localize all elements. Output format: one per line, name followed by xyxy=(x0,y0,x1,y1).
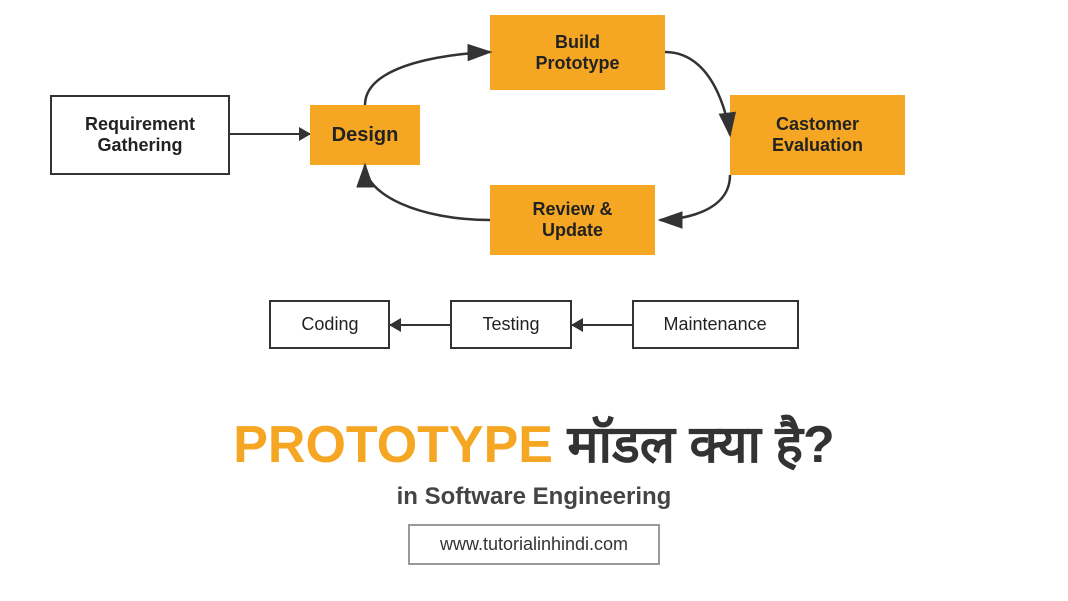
arrow-req-to-design xyxy=(230,133,310,135)
coding-label: Coding xyxy=(301,314,358,334)
review-update-box: Review & Update xyxy=(490,185,655,255)
build-prototype-box: Build Prototype xyxy=(490,15,665,90)
website-box: www.tutorialinhindi.com xyxy=(408,524,660,565)
maintenance-box: Maintenance xyxy=(632,300,799,349)
subtitle: in Software Engineering xyxy=(397,483,672,511)
requirement-gathering-box: Requirement Gathering xyxy=(50,95,230,175)
title-orange: PROTOTYPE xyxy=(233,416,567,474)
testing-box: Testing xyxy=(450,300,571,349)
main-title: PROTOTYPE मॉडल क्या है? xyxy=(233,417,835,474)
title-section: PROTOTYPE मॉडल क्या है? in Software Engi… xyxy=(0,381,1068,601)
title-hindi-model: मॉडल xyxy=(567,416,689,474)
customer-evaluation-box: Castomer Evaluation xyxy=(730,95,905,175)
title-hindi-kya-hai: क्या है? xyxy=(690,416,835,474)
review-update-label: Review & Update xyxy=(532,199,612,241)
arrow-coding-to-testing xyxy=(390,324,450,326)
bottom-flow-row: Coding Testing Maintenance xyxy=(0,300,1068,349)
requirement-gathering-label: Requirement Gathering xyxy=(85,114,195,156)
coding-box: Coding xyxy=(269,300,390,349)
design-label: Design xyxy=(332,124,399,147)
customer-evaluation-label: Castomer Evaluation xyxy=(772,114,863,156)
design-box: Design xyxy=(310,105,420,165)
testing-label: Testing xyxy=(482,314,539,334)
website-label: www.tutorialinhindi.com xyxy=(440,534,628,554)
build-prototype-label: Build Prototype xyxy=(535,32,619,74)
maintenance-label: Maintenance xyxy=(664,314,767,334)
arrow-testing-to-maintenance xyxy=(572,324,632,326)
